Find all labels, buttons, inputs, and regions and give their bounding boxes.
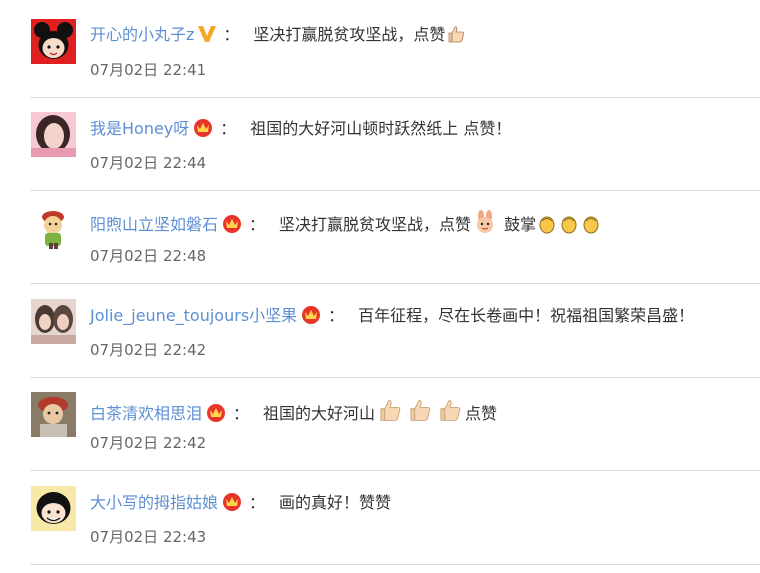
colon-separator: ： — [249, 493, 266, 512]
comment-text-2: 鼓掌 — [499, 215, 537, 234]
thumbs-up-icon — [406, 397, 434, 429]
comment-item: 我是Honey呀 ： 祖国的大好河山顿时跃然纸上 点赞！ 07月02日 22:44 — [0, 98, 760, 191]
username-link[interactable]: 开心的小丸子z — [90, 25, 194, 44]
avatar[interactable] — [31, 112, 76, 157]
comment-time: 07月02日 22:44 — [90, 154, 207, 172]
thumbs-up-icon — [376, 397, 404, 429]
username-link[interactable]: Jolie_jeune_toujours小坚果 — [90, 306, 297, 325]
colon-separator: ： — [223, 25, 240, 44]
clap-icon — [559, 214, 579, 240]
avatar[interactable] — [31, 299, 76, 344]
colon-separator: ： — [220, 119, 237, 138]
crown-fan-badge-icon — [300, 304, 322, 330]
colon-separator: ： — [249, 215, 266, 234]
comment-text: 祖国的大好河山顿时跃然纸上 点赞！ — [250, 119, 512, 138]
divider — [30, 564, 760, 565]
username-link[interactable]: 大小写的拇指姑娘 — [90, 493, 218, 512]
comment-item: 阳煦山立坚如磐石 ： 坚决打赢脱贫攻坚战，点赞 鼓掌 07月02日 22:48 — [0, 191, 760, 284]
comment-time: 07月02日 22:42 — [90, 341, 207, 359]
avatar[interactable] — [31, 486, 76, 531]
comment-item: Jolie_jeune_toujours小坚果 ： 百年征程，尽在长卷画中！祝福祖国… — [0, 284, 760, 378]
thumbs-up-icon — [446, 24, 466, 50]
avatar[interactable] — [31, 19, 76, 64]
colon-separator: ： — [328, 306, 345, 325]
comment-time: 07月02日 22:43 — [90, 528, 207, 546]
comment-item: 开心的小丸子z ： 坚决打赢脱贫攻坚战，点赞 07月02日 22:41 — [0, 0, 760, 98]
comment-text: 祖国的大好河山 — [263, 404, 376, 423]
username-link[interactable]: 阳煦山立坚如磐石 — [90, 215, 218, 234]
vip-v-badge-icon — [197, 25, 217, 49]
comment-text: 画的真好！赞赞 — [279, 493, 392, 512]
thumbs-up-icon — [436, 397, 464, 429]
comment-item: 大小写的拇指姑娘 ： 画的真好！赞赞 07月02日 22:43 — [0, 471, 760, 565]
username-link[interactable]: 我是Honey呀 — [90, 119, 189, 138]
crown-fan-badge-icon — [192, 117, 214, 143]
avatar[interactable] — [31, 205, 76, 250]
comment-text: 坚决打赢脱贫攻坚战，点赞 — [253, 25, 446, 44]
crown-fan-badge-icon — [205, 402, 227, 428]
username-link[interactable]: 白茶清欢相思泪 — [90, 404, 202, 423]
comment-time: 07月02日 22:42 — [90, 434, 207, 452]
crown-fan-badge-icon — [221, 213, 243, 239]
comment-time: 07月02日 22:48 — [90, 247, 207, 265]
comment-item: 白茶清欢相思泪 ： 祖国的大好河山 点赞 07月02日 22:42 — [0, 378, 760, 471]
comment-text: 百年征程，尽在长卷画中！祝福祖国繁荣昌盛！ — [358, 306, 695, 325]
clap-icon — [581, 214, 601, 240]
bunny-celebrate-icon — [472, 210, 498, 240]
colon-separator: ： — [233, 404, 250, 423]
crown-fan-badge-icon — [221, 491, 243, 517]
clap-icon — [537, 214, 557, 240]
comment-time: 07月02日 22:41 — [90, 61, 207, 79]
comment-list: 开心的小丸子z ： 坚决打赢脱贫攻坚战，点赞 07月02日 22:41 我是Hone… — [0, 0, 760, 573]
avatar[interactable] — [31, 392, 76, 437]
comment-text-2: 点赞 — [465, 404, 498, 423]
comment-text: 坚决打赢脱贫攻坚战，点赞 — [279, 215, 472, 234]
